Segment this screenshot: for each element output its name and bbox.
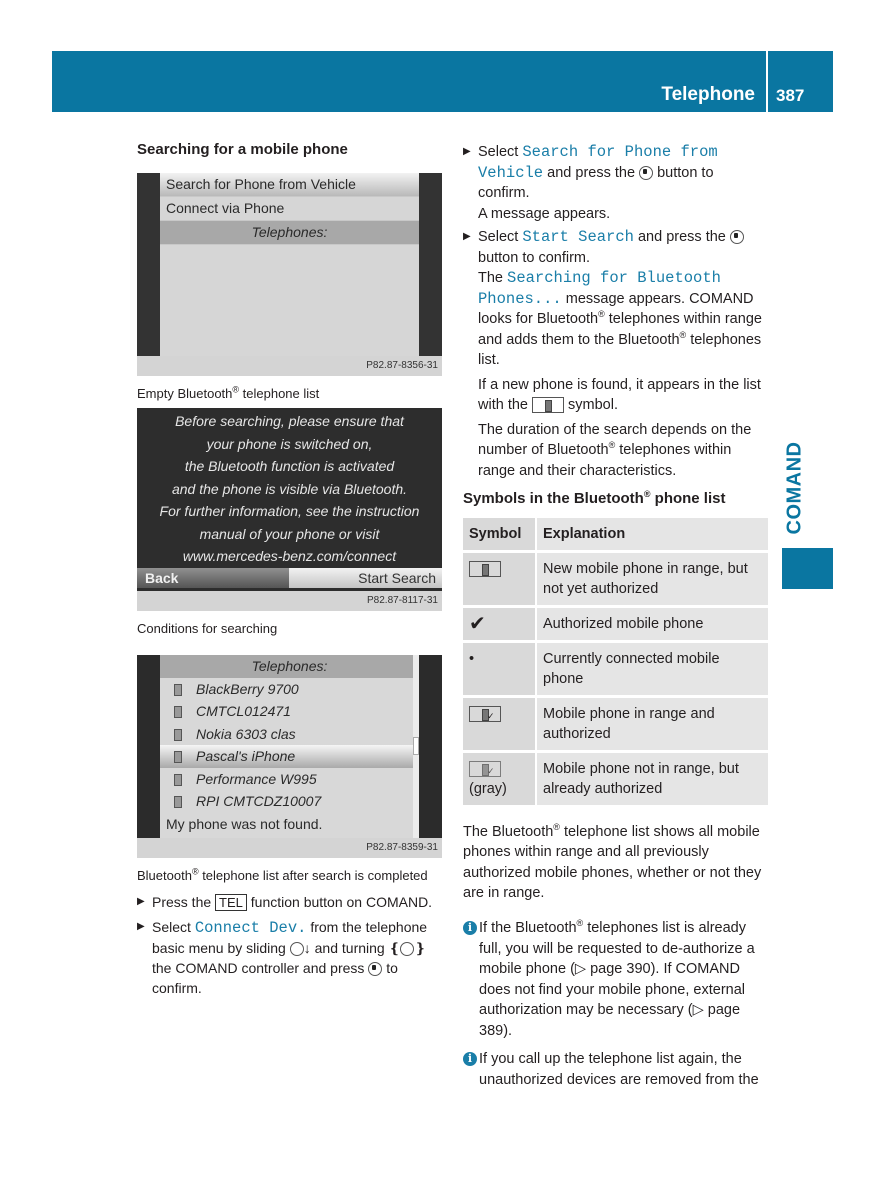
step-press-tel: Press the TEL function button on COMAND.: [137, 892, 442, 913]
step-select-search: Select Search for Phone from Vehicle and…: [463, 142, 769, 224]
list-description: The Bluetooth® telephone list shows all …: [463, 821, 762, 901]
phone-not-found-item[interactable]: My phone was not found.: [160, 813, 419, 836]
screenshot-search-menu: Search for Phone from Vehicle Connect vi…: [137, 173, 442, 376]
phone-icon: [174, 728, 182, 741]
controller-press-icon: [729, 230, 744, 245]
table-row: (gray)Mobile phone not in range, but alr…: [463, 751, 768, 808]
right-column: Select Search for Phone from Vehicle and…: [463, 142, 769, 1090]
info-note-full-list: i If the Bluetooth® telephones list is al…: [463, 918, 769, 1041]
screenshot-conditions: Before searching, please ensure that you…: [137, 408, 442, 611]
dot-icon: •: [463, 641, 537, 698]
phone-list-item-selected[interactable]: Pascal's iPhone: [160, 745, 419, 768]
phone-icon: [469, 560, 501, 577]
table-row: Mobile phone in range and authorized: [463, 696, 768, 753]
step-start-search: Select Start Search and press the button…: [463, 227, 769, 371]
col-explanation: Explanation: [536, 517, 768, 553]
controller-turn-icon: [400, 942, 415, 957]
scrollbar[interactable]: [413, 655, 419, 838]
screenshot-phone-list: Telephones: BlackBerry 9700 CMTCL012471 …: [137, 655, 442, 858]
image-ref: P82.87-8356-31: [137, 356, 442, 376]
start-search-button[interactable]: Start Search: [289, 568, 442, 588]
step-connect-dev: Select Connect Dev. from the telephone b…: [137, 917, 442, 998]
conditions-message: Before searching, please ensure that you…: [159, 413, 420, 564]
phone-icon: [532, 397, 564, 414]
info-icon: i: [463, 921, 477, 935]
phone-list-item[interactable]: BlackBerry 9700: [160, 678, 419, 701]
phone-icon: [174, 796, 182, 809]
table-row: • Currently connected mobile phone: [463, 641, 768, 698]
caption-empty-list: Empty Bluetooth® telephone list: [137, 384, 320, 401]
back-bar: [137, 173, 160, 356]
checkmark-icon: ✔: [463, 606, 537, 643]
header-bar: Telephone 387: [52, 51, 833, 112]
table-row: New mobile phone in range, but not yet a…: [463, 551, 768, 608]
controller-press-icon: [368, 962, 383, 977]
scroll-thumb[interactable]: [413, 737, 419, 755]
phone-icon: [174, 773, 182, 786]
section-title: Telephone: [661, 84, 755, 105]
phone-icon: [174, 751, 182, 764]
phone-list-item[interactable]: Nokia 6303 clas: [160, 723, 419, 746]
phone-list-item[interactable]: Performance W995: [160, 768, 419, 791]
phone-list-item[interactable]: CMTCL012471: [160, 700, 419, 723]
tel-key: TEL: [215, 894, 247, 911]
telephones-header: Telephones:: [160, 221, 419, 245]
new-phone-note: If a new phone is found, it appears in t…: [478, 376, 761, 414]
phone-check-icon: [469, 705, 501, 726]
header-divider: [766, 51, 768, 112]
table-row: ✔ Authorized mobile phone: [463, 606, 768, 643]
image-ref: P82.87-8359-31: [137, 838, 442, 858]
phone-icon: [174, 683, 182, 696]
info-note-unauthorized: i If you call up the telephone list again…: [463, 1049, 769, 1090]
symbols-table: Symbol Explanation New mobile phone in ra…: [463, 517, 768, 808]
back-button[interactable]: Back: [137, 568, 289, 588]
side-tab-block: [782, 548, 833, 589]
controller-press-icon: [639, 165, 654, 180]
info-icon: i: [463, 1052, 477, 1066]
left-column: Searching for a mobile phone Search for …: [137, 140, 442, 998]
phone-check-icon-gray: [469, 760, 501, 781]
table-heading: Symbols in the Bluetooth® phone list: [463, 489, 726, 508]
caption-list-complete: Bluetooth® telephone list after search i…: [137, 866, 428, 883]
side-tab-label: COMAND: [783, 441, 806, 535]
side-tab: COMAND: [781, 428, 809, 548]
phone-list-item[interactable]: RPI CMTCDZ10007: [160, 790, 419, 813]
controller-slide-icon: [289, 942, 304, 957]
telephones-header: Telephones:: [160, 655, 419, 678]
phone-icon: [174, 706, 182, 719]
menu-item-connect-via-phone[interactable]: Connect via Phone: [160, 197, 419, 221]
section-heading: Searching for a mobile phone: [137, 141, 348, 158]
duration-note: The duration of the search depends on th…: [478, 421, 752, 479]
side-bar: [419, 173, 442, 356]
menu-item-search-from-vehicle[interactable]: Search for Phone from Vehicle: [160, 173, 419, 197]
caption-conditions: Conditions for searching: [137, 621, 278, 636]
col-symbol: Symbol: [463, 517, 537, 553]
page-number: 387: [776, 86, 805, 105]
image-ref: P82.87-8117-31: [137, 591, 442, 611]
